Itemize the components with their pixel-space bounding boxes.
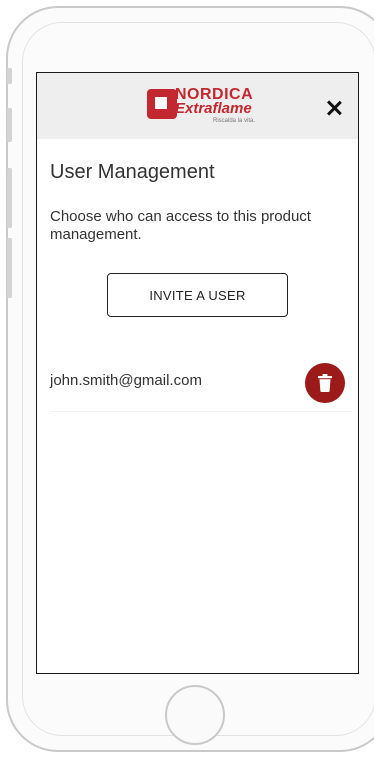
brand-logo-mark [147,89,177,119]
brand-logo-line2: Extraflame [175,100,252,117]
brand-logo-tagline: Riscalda la vita. [213,118,256,124]
user-email: john.smith@gmail.com [50,372,202,389]
app-header: NORDICA Extraflame Riscalda la vita. [37,73,358,139]
delete-user-button[interactable] [305,363,345,403]
app-screen: NORDICA Extraflame Riscalda la vita. Use… [36,72,359,674]
trash-icon [318,374,332,392]
close-icon[interactable] [323,97,345,119]
mute-switch [7,68,12,84]
page-description: Choose who can access to this product ma… [50,208,311,243]
home-button[interactable] [165,685,225,745]
user-list-item: john.smith@gmail.com [50,363,352,412]
volume-down-button [7,168,12,228]
invite-user-button[interactable]: INVITE A USER [107,273,288,317]
page-title: User Management [50,161,215,183]
side-button [7,238,12,298]
brand-logo: NORDICA Extraflame Riscalda la vita. [147,87,259,127]
volume-up-button [7,108,12,142]
